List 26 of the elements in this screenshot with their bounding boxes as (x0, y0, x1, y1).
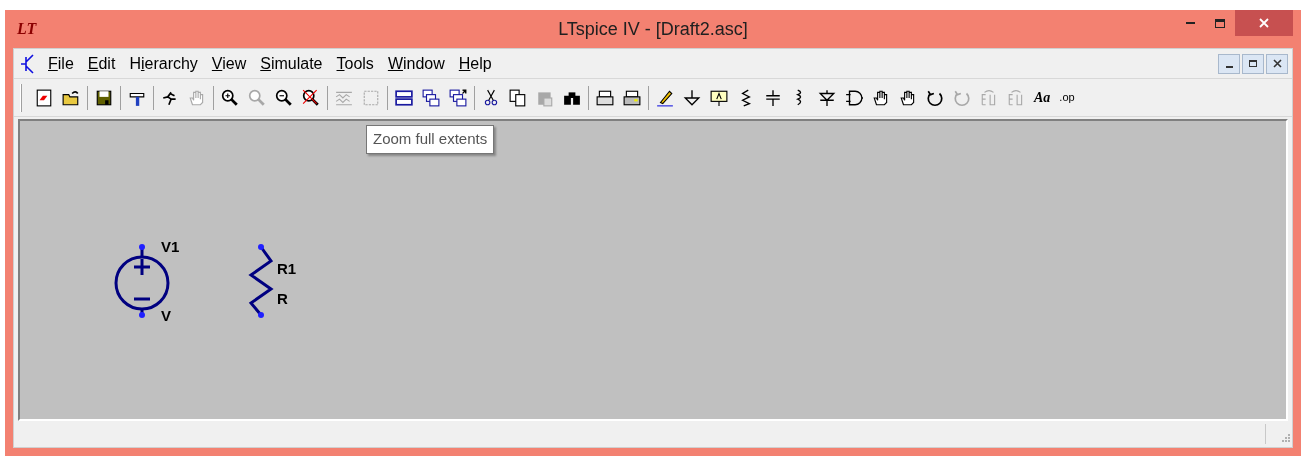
menu-item[interactable]: View (209, 51, 249, 76)
component-value: R (277, 291, 288, 306)
transistor-icon (20, 53, 36, 74)
document-minimize-button[interactable] (1218, 53, 1240, 74)
directive-tool-button[interactable]: .op (1056, 85, 1078, 110)
menu-item[interactable]: Window (385, 51, 447, 76)
menu-item[interactable]: Hierarchy (127, 51, 200, 76)
menu-item[interactable]: Help (456, 51, 494, 76)
component-name: R1 (277, 261, 297, 276)
component-name: V1 (161, 239, 180, 254)
menu-item[interactable]: Tools (334, 51, 376, 76)
tooltip: Zoom full extents (366, 125, 495, 154)
menu-item[interactable]: File (46, 51, 76, 76)
app-logo: LT (17, 19, 37, 39)
document-restore-button[interactable] (1242, 53, 1264, 74)
resize-grip-icon[interactable] (1280, 434, 1290, 444)
document-close-button[interactable] (1266, 53, 1288, 74)
close-button[interactable] (1235, 10, 1293, 36)
schematic-canvas[interactable]: V1 V R1 R Zoom full extents (18, 119, 1288, 421)
menu-item[interactable]: Simulate (258, 51, 325, 76)
menu-item[interactable]: Edit (85, 51, 118, 76)
window-title: LTspice IV - [Draft2.asc] (558, 17, 748, 41)
text-tool-button[interactable]: Aa (1031, 85, 1054, 110)
close-icon (1259, 18, 1269, 28)
close-icon (1272, 59, 1282, 68)
component-value: V (161, 308, 171, 323)
